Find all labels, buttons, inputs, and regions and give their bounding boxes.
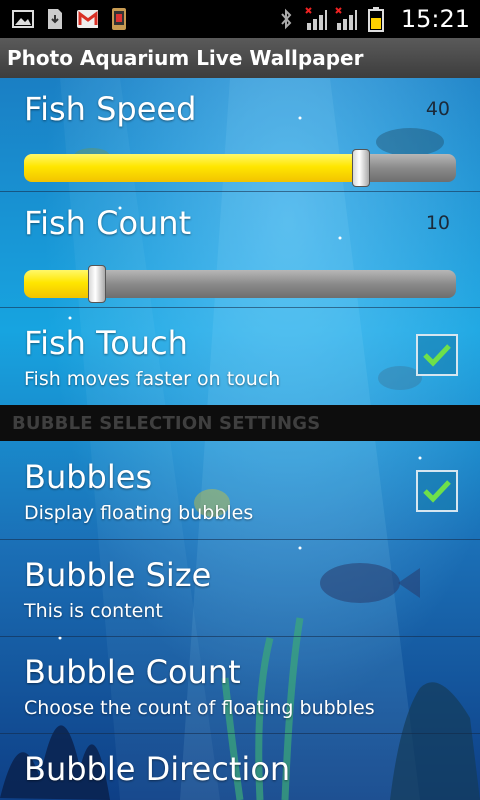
bubbles-setting[interactable]: Bubbles Display floating bubbles [0, 442, 480, 540]
download-icon [44, 8, 66, 30]
fish-speed-slider[interactable] [24, 149, 456, 187]
fish-count-title: Fish Count [24, 204, 192, 242]
fish-speed-setting[interactable]: Fish Speed 40 [0, 78, 480, 192]
bubble-size-title: Bubble Size [24, 556, 212, 594]
checkmark-icon [423, 480, 451, 503]
fish-touch-title: Fish Touch [24, 324, 188, 362]
bubble-count-summary: Choose the count of floating bubbles [24, 697, 375, 719]
fish-count-slider[interactable] [24, 265, 456, 303]
settings-list[interactable]: Fish Speed 40 Fish Count 10 Fish Touch F… [0, 78, 480, 800]
fish-touch-checkbox[interactable] [416, 334, 458, 376]
bubble-direction-title: Bubble Direction [24, 750, 291, 788]
title-bar: Photo Aquarium Live Wallpaper [0, 38, 480, 79]
signal-no-data-icon [305, 7, 327, 30]
bubbles-checkbox[interactable] [416, 470, 458, 512]
phone-icon [108, 8, 130, 30]
fish-count-slider-thumb[interactable] [88, 265, 106, 303]
app-title: Photo Aquarium Live Wallpaper [7, 46, 364, 70]
checkmark-icon [423, 344, 451, 367]
fish-count-setting[interactable]: Fish Count 10 [0, 192, 480, 308]
fish-speed-value: 40 [425, 98, 450, 120]
fish-speed-title: Fish Speed [24, 90, 197, 128]
status-bar: 15:21 [0, 0, 480, 38]
fish-count-slider-fill [24, 270, 97, 298]
bubble-size-setting[interactable]: Bubble Size This is content [0, 540, 480, 637]
bubble-count-title: Bubble Count [24, 653, 241, 691]
bubble-direction-setting[interactable]: Bubble Direction [0, 734, 480, 800]
bubble-size-summary: This is content [24, 600, 163, 622]
fish-speed-slider-thumb[interactable] [352, 149, 370, 187]
battery-icon [365, 7, 387, 32]
image-icon [12, 8, 34, 30]
bubble-section-header: BUBBLE SELECTION SETTINGS [0, 405, 480, 441]
bubbles-summary: Display floating bubbles [24, 502, 254, 524]
clock: 15:21 [400, 5, 470, 33]
bubbles-title: Bubbles [24, 458, 153, 496]
gmail-icon [76, 8, 98, 30]
fish-speed-slider-fill [24, 154, 361, 182]
signal-no-data-icon [335, 7, 357, 30]
fish-touch-setting[interactable]: Fish Touch Fish moves faster on touch [0, 308, 480, 404]
fish-touch-summary: Fish moves faster on touch [24, 368, 281, 390]
bubble-count-setting[interactable]: Bubble Count Choose the count of floatin… [0, 637, 480, 734]
section-header-label: BUBBLE SELECTION SETTINGS [12, 412, 321, 434]
bluetooth-icon [275, 8, 297, 30]
fish-count-value: 10 [425, 212, 450, 234]
